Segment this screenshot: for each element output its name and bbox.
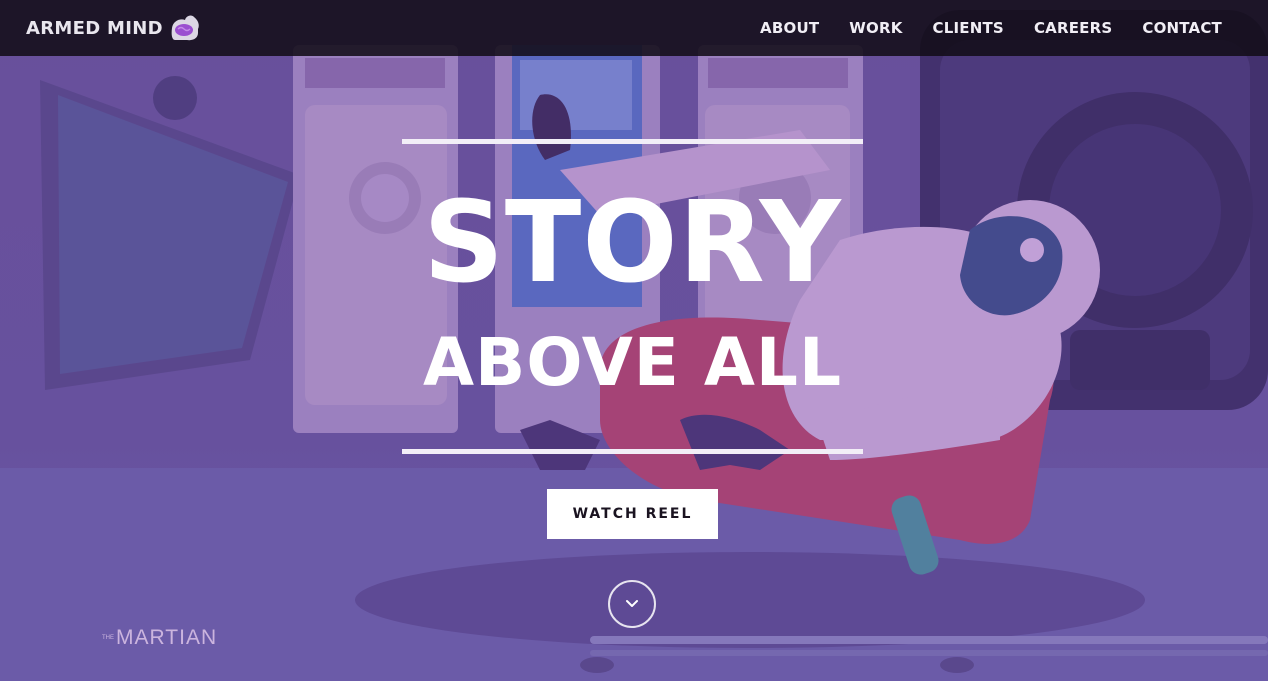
nav-item-about[interactable]: ABOUT (760, 19, 819, 37)
nav-item-careers[interactable]: CAREERS (1034, 19, 1112, 37)
chevron-down-icon (626, 600, 638, 607)
hero-section: ARMED MIND ABOUT WORK CLIENTS CAREERS CO… (0, 0, 1268, 681)
project-caption: THEMARTIAN (102, 626, 217, 650)
flexed-arm-brain-icon (171, 15, 199, 41)
main-nav: ABOUT WORK CLIENTS CAREERS CONTACT (760, 19, 1222, 37)
scroll-down-button[interactable] (608, 580, 656, 628)
project-caption-title: MARTIAN (116, 626, 218, 649)
brand-logo[interactable]: ARMED MIND (26, 14, 201, 42)
headline-top-rule (402, 139, 863, 144)
nav-item-work[interactable]: WORK (849, 19, 902, 37)
watch-reel-button[interactable]: WATCH REEL (547, 489, 718, 539)
nav-item-clients[interactable]: CLIENTS (933, 19, 1004, 37)
top-navigation-bar: ARMED MIND ABOUT WORK CLIENTS CAREERS CO… (0, 0, 1268, 56)
headline-bottom-rule (402, 449, 863, 454)
headline-line-2: ABOVE ALL (422, 324, 843, 401)
project-caption-prefix: THE (102, 635, 114, 642)
nav-item-contact[interactable]: CONTACT (1142, 19, 1222, 37)
brand-name: ARMED MIND (26, 17, 163, 39)
headline-line-1: STORY (423, 178, 842, 308)
